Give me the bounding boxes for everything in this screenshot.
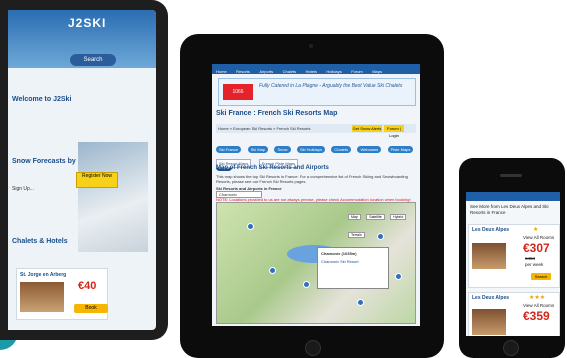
rating-star-icon: ★ (533, 227, 539, 233)
laptop-welcome-heading: Welcome to J2Ski (12, 96, 72, 103)
banner-text: Fully Catered in La Plagne - Arguably th… (259, 83, 403, 89)
popup-link[interactable]: Chamonix Ski Resort (318, 259, 388, 264)
nav-item-forum[interactable]: Forum (351, 69, 363, 74)
banner-logo: 1066 (223, 84, 253, 100)
home-button-icon (305, 340, 321, 356)
snow-alerts-button[interactable]: Get Snow Alerts (352, 125, 382, 132)
nav-item-home[interactable]: Home (216, 69, 227, 74)
nav-item-airports[interactable]: Airports (259, 69, 273, 74)
home-button-icon (503, 340, 519, 356)
advert-banner[interactable]: 1066 Fully Catered in La Plagne - Arguab… (218, 78, 416, 106)
tab-chalets[interactable]: Chalets (331, 146, 351, 153)
nav-item-hotels[interactable]: Hotels (306, 69, 317, 74)
hotel-price: €307 (523, 241, 550, 255)
intro-text: This map shows the top Ski Resorts in Fr… (216, 174, 408, 184)
map-pin-icon[interactable] (395, 273, 402, 280)
page-title: Ski France : French Ski Resorts Map (216, 110, 338, 117)
phone-hotel-card[interactable]: Les Deux Alpes ★★★ View All Rooms €359 (468, 292, 560, 336)
map-pin-icon[interactable] (303, 281, 310, 288)
map-type-satellite[interactable]: Satellite (366, 214, 385, 220)
phone-header-text: See More from Les Deux Alpes and Ski Res… (470, 204, 549, 215)
map-pin-icon[interactable] (357, 299, 364, 306)
nav-item-resorts[interactable]: Resorts (236, 69, 250, 74)
map-info-window[interactable]: Chamonix (1035m) Chamonix Ski Resort (317, 247, 389, 289)
laptop-hotel-title[interactable]: St. Jorge en Arberg (20, 272, 66, 279)
price-period: per week (525, 262, 544, 267)
tablet-screen: Home Resorts Airports Chalets Hotels Hol… (212, 64, 420, 326)
popup-title: Chamonix (1035m) (321, 251, 357, 256)
search-button[interactable]: Search (531, 273, 551, 280)
laptop-screen: J2SKI Search Welcome to J2Ski Snow Forec… (8, 10, 156, 330)
nav-item-holidays[interactable]: Holidays (326, 69, 341, 74)
laptop-hotels-heading: Chalets & Hotels (12, 238, 68, 245)
map-type-terrain[interactable]: Terrain (348, 232, 365, 238)
laptop-logo[interactable]: J2SKI (68, 16, 106, 30)
map-type-map[interactable]: Map (348, 214, 361, 220)
map-type-hybrid[interactable]: Hybrid (390, 214, 407, 220)
tab-webcams[interactable]: Webcams (357, 146, 382, 153)
resort-map[interactable]: Map Satellite Hybrid Terrain Chamonix (1… (216, 202, 416, 324)
phone-nav-bar[interactable] (466, 192, 560, 201)
laptop-book-button[interactable]: Book (74, 304, 108, 313)
hotel-title[interactable]: Les Deux Alpes (472, 295, 509, 301)
hotel-price: €359 (523, 309, 550, 323)
login-button[interactable]: Forum | Login (384, 125, 404, 138)
speaker-icon (500, 174, 522, 177)
laptop-hotel-price: €40 (78, 280, 97, 292)
hotel-title[interactable]: Les Deux Alpes (472, 227, 509, 233)
nav-item-chalets[interactable]: Chalets (283, 69, 297, 74)
laptop-snow-image (78, 142, 148, 252)
laptop-search-button[interactable]: Search (70, 54, 116, 66)
hotel-image (472, 243, 506, 269)
map-pin-icon[interactable] (247, 223, 254, 230)
phone-hotel-card[interactable]: Les Deux Alpes ★ View All Rooms €307 €48… (468, 224, 560, 288)
rating-star-icon: ★★★ (529, 295, 546, 301)
map-pin-icon[interactable] (269, 267, 276, 274)
tablet-nav-bar: Home Resorts Airports Chalets Hotels Hol… (212, 64, 420, 74)
camera-icon (309, 44, 313, 48)
laptop-hotel-image (20, 282, 64, 312)
hotel-image (472, 309, 506, 335)
phone-screen: See More from Les Deux Alpes and Ski Res… (466, 192, 560, 336)
tab-piste-maps[interactable]: Piste Maps (387, 146, 414, 153)
laptop-register-button[interactable]: Register Now (76, 172, 118, 188)
map-pin-icon[interactable] (377, 233, 384, 240)
nav-item-maps[interactable]: Maps (372, 69, 382, 74)
laptop-forecast-text[interactable]: Sign Up... (12, 186, 72, 193)
map-heading: Map of French Ski Resorts and Airports (216, 165, 329, 171)
